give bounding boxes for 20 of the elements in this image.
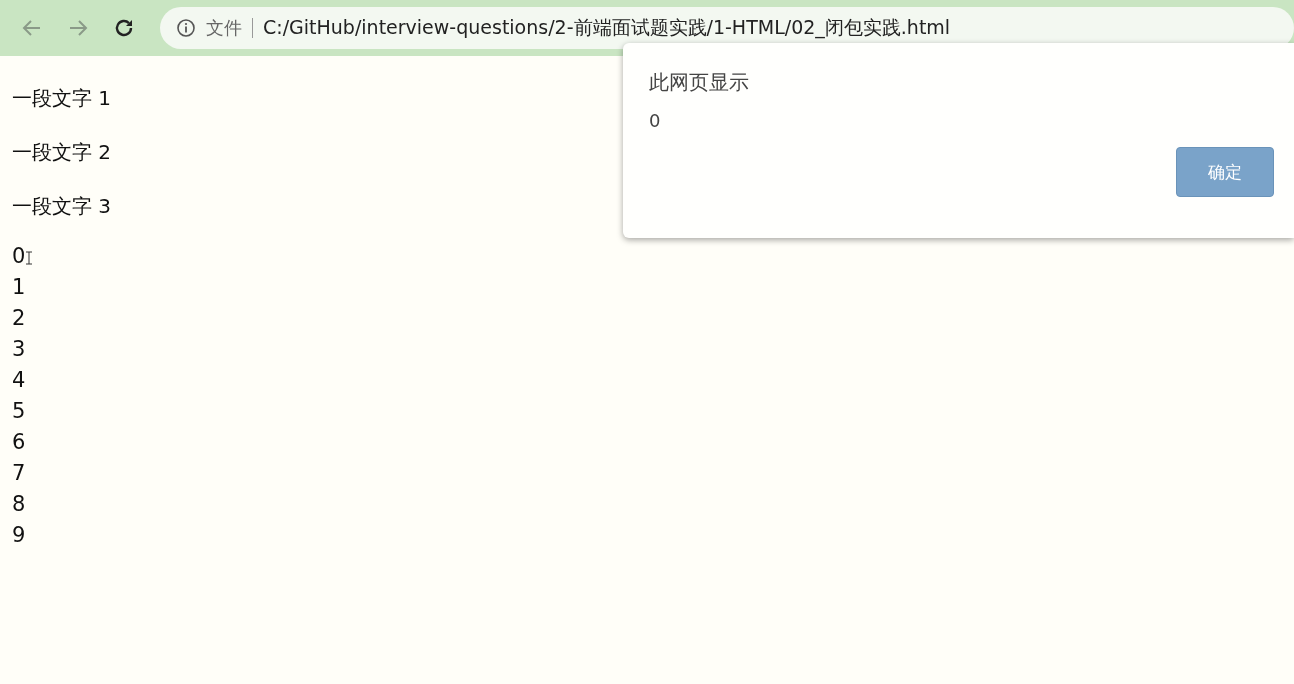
number-text: 3 <box>12 336 26 361</box>
paragraph-text: 一段文字 3 <box>12 193 112 220</box>
paragraph-text: 一段文字 2 <box>12 139 112 166</box>
address-bar[interactable]: 文件 C:/GitHub/interview-questions/2-前端面试题实践/1-HTML/02_闭包实践.html <box>160 7 1294 49</box>
paragraph-text: 一段文字 1 <box>12 85 112 112</box>
origin-label: 文件 <box>206 16 242 40</box>
number-text: 0 <box>12 243 26 268</box>
number-text: 9 <box>12 522 26 547</box>
number-text: 8 <box>12 491 26 516</box>
number-text: 1 <box>12 274 26 299</box>
dialog-message: 0 <box>649 110 662 131</box>
text-cursor-icon <box>25 250 34 265</box>
number-text: 2 <box>12 305 26 330</box>
url-text: C:/GitHub/interview-questions/2-前端面试题实践/1-HTML/02_闭包实践.html <box>263 15 951 41</box>
info-icon[interactable] <box>176 18 196 38</box>
number-text: 6 <box>12 429 26 454</box>
number-text: 7 <box>12 460 26 485</box>
number-text: 4 <box>12 367 26 392</box>
dialog-title: 此网页显示 <box>649 69 750 96</box>
number-text: 5 <box>12 398 26 423</box>
